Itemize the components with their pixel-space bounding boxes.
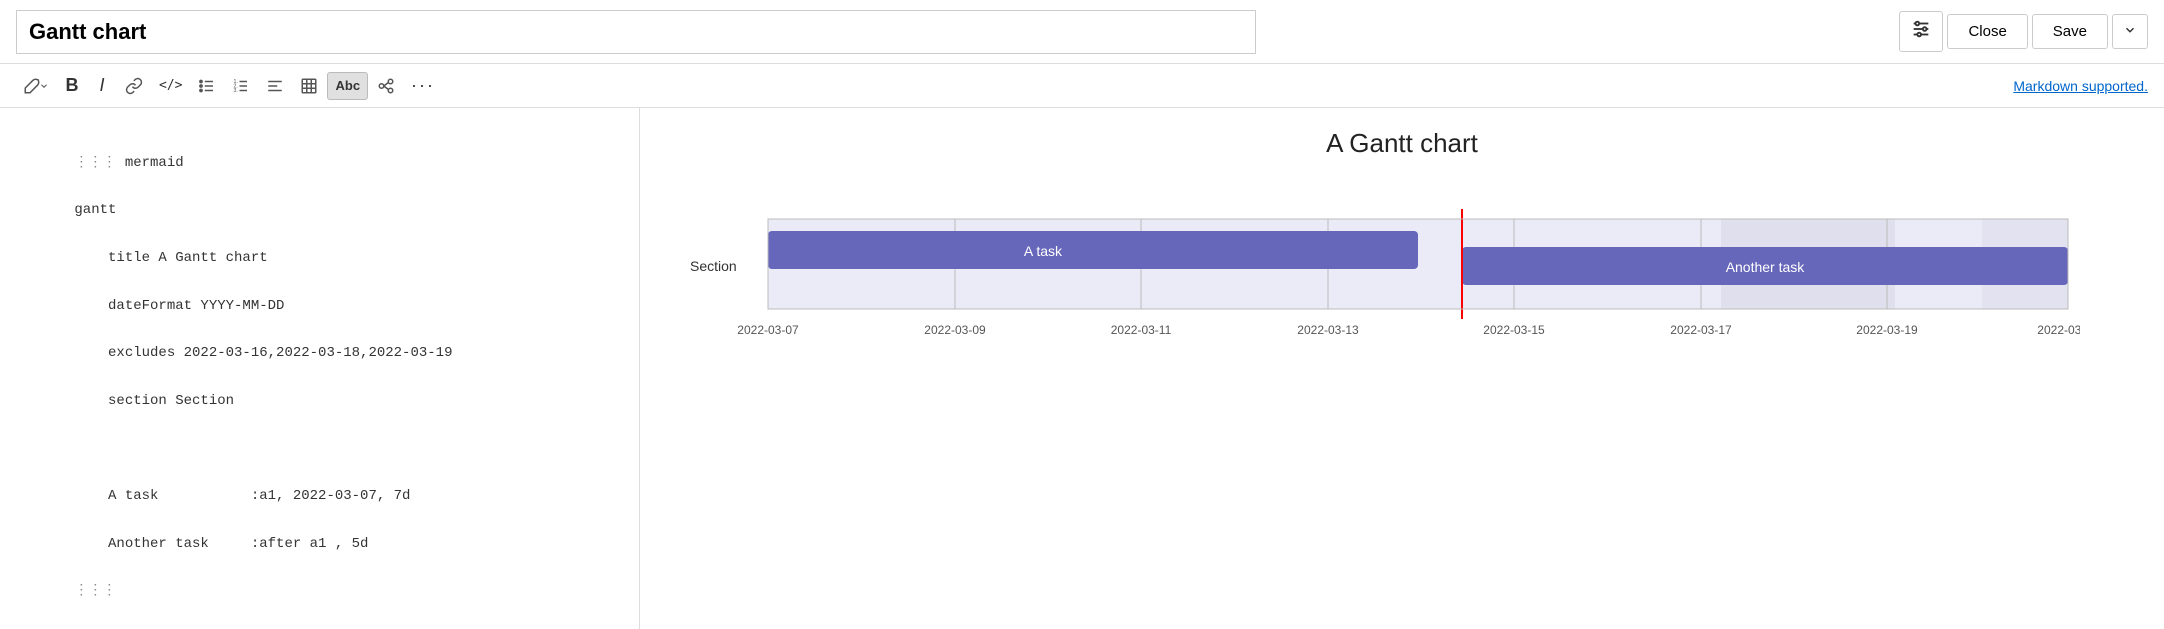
header-actions: Close Save: [1899, 11, 2148, 52]
settings-button[interactable]: [1899, 11, 1943, 52]
chart-title: A Gantt chart: [680, 128, 2124, 159]
another-task-label: Another task: [1726, 259, 1806, 275]
list-ul-button[interactable]: [191, 72, 223, 100]
save-button[interactable]: Save: [2032, 14, 2108, 49]
close-button[interactable]: Close: [1947, 14, 2027, 49]
toolbar: B I </> 1. 2. 3.: [0, 64, 2164, 108]
a-task-label: A task: [1024, 243, 1063, 259]
italic-button[interactable]: I: [88, 72, 116, 100]
date-label-4: 2022-03-15: [1483, 323, 1545, 337]
title-input[interactable]: [16, 10, 1256, 54]
date-label-2: 2022-03-11: [1111, 323, 1172, 337]
code-editor: ⋮⋮⋮ mermaid gantt title A Gantt chart da…: [24, 128, 615, 628]
date-label-0: 2022-03-07: [737, 323, 799, 337]
align-button[interactable]: [259, 72, 291, 100]
svg-text:3.: 3.: [234, 88, 238, 94]
diagram-button[interactable]: [370, 72, 402, 100]
list-ol-button[interactable]: 1. 2. 3.: [225, 72, 257, 100]
save-dropdown-button[interactable]: [2112, 14, 2148, 49]
markdown-link[interactable]: Markdown supported.: [2013, 78, 2148, 94]
section-label: Section: [690, 258, 737, 274]
date-label-3: 2022-03-13: [1297, 323, 1359, 337]
main-content: ⋮⋮⋮ mermaid gantt title A Gantt chart da…: [0, 108, 2164, 629]
bold-button[interactable]: B: [58, 72, 86, 100]
gantt-chart: Section A task Another task: [680, 179, 2124, 379]
editor-panel[interactable]: ⋮⋮⋮ mermaid gantt title A Gantt chart da…: [0, 108, 640, 629]
more-button[interactable]: ···: [404, 72, 442, 100]
table-button[interactable]: [293, 72, 325, 100]
code-button[interactable]: </>: [152, 72, 189, 100]
brush-button[interactable]: [16, 72, 56, 100]
date-label-6: 2022-03-19: [1856, 323, 1918, 337]
date-label-1: 2022-03-09: [924, 323, 986, 337]
abc-button[interactable]: Abc: [327, 72, 368, 100]
date-label-7: 2022-03-21: [2037, 323, 2080, 337]
link-button[interactable]: [118, 72, 150, 100]
a-task-bar: [768, 231, 1418, 269]
header: Close Save: [0, 0, 2164, 64]
preview-panel: A Gantt chart: [640, 108, 2164, 629]
date-label-5: 2022-03-17: [1670, 323, 1732, 337]
